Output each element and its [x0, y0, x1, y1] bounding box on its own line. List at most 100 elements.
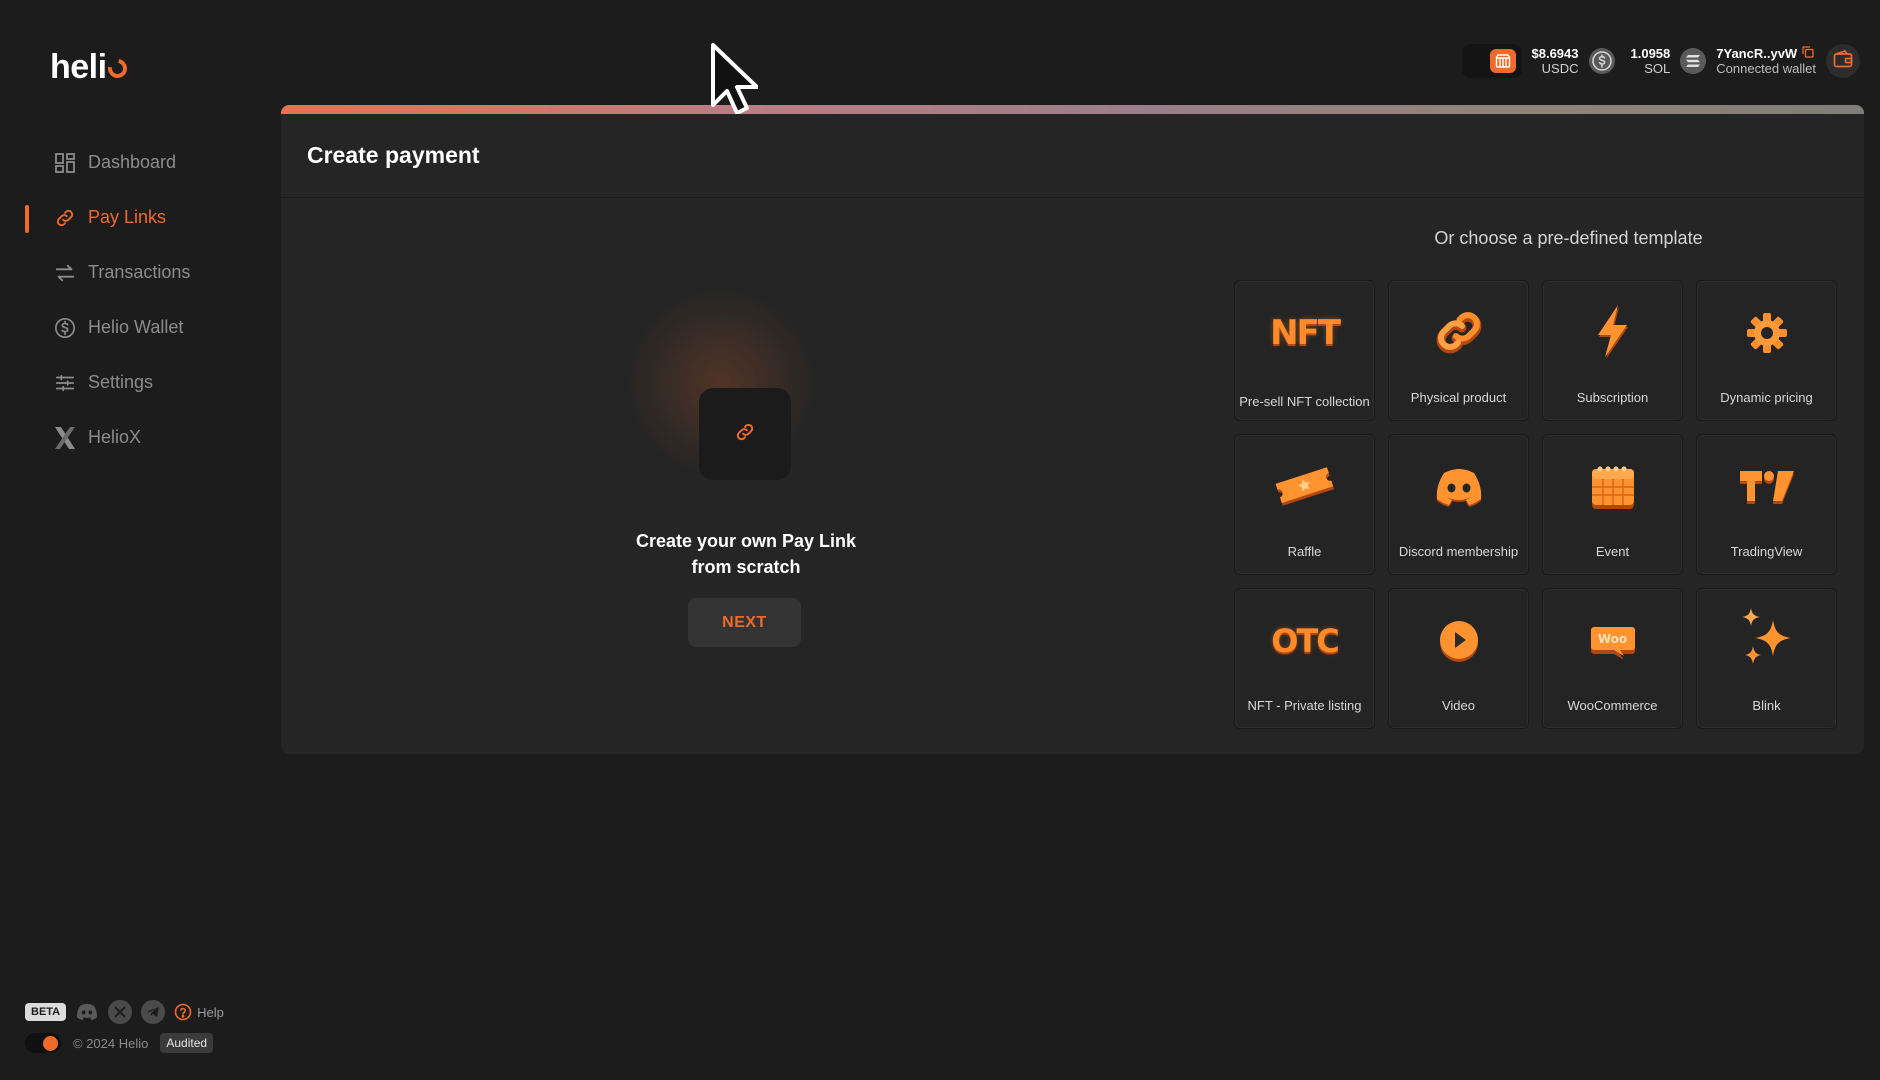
copy-icon[interactable]	[1802, 46, 1814, 61]
sol-amount: 1.0958	[1630, 46, 1671, 61]
logo-text: heli	[50, 48, 107, 86]
template-label: Physical product	[1410, 390, 1507, 405]
template-label: Blink	[1752, 698, 1781, 713]
moon-icon	[43, 1035, 58, 1051]
copyright: © 2024 Helio	[73, 1035, 149, 1051]
scratch-heading-line1: Create your own Pay Link	[635, 531, 857, 551]
templates-heading: Or choose a pre-defined template	[1434, 228, 1703, 248]
calendar-icon	[1543, 457, 1682, 517]
sidebar-item-helio-wallet[interactable]: Helio Wallet	[0, 300, 270, 355]
sidebar-item-pay-links[interactable]: Pay Links	[0, 190, 270, 245]
nft-icon: NFT	[1270, 313, 1341, 353]
sidebar-item-label: Dashboard	[88, 152, 177, 172]
page-title: Create payment	[281, 114, 1864, 198]
lightning-icon	[1543, 303, 1682, 363]
store-toggle[interactable]	[1461, 44, 1522, 78]
sol-balance: 1.0958 SOL	[1631, 46, 1671, 76]
create-payment-panel: Create payment Create your own Pay Link …	[281, 105, 1864, 754]
scratch-section: Create your own Pay Link from scratch NE…	[281, 198, 1291, 754]
usdc-amount: $8.6943	[1531, 46, 1579, 61]
sidebar-item-label: Pay Links	[88, 207, 167, 227]
template-label: Dynamic pricing	[1720, 390, 1813, 405]
transfer-arrows-icon	[53, 261, 77, 285]
template-subscription[interactable]: Subscription	[1542, 280, 1683, 421]
scratch-heading: Create your own Pay Link from scratch	[621, 528, 871, 580]
telegram-icon[interactable]	[141, 1000, 166, 1024]
template-label: Video	[1441, 698, 1475, 713]
wallet-status: Connected wallet	[1716, 61, 1816, 76]
wallet-topbar: $8.6943 USDC 1.0958 SOL 7YancR..yvW Conn…	[1461, 42, 1860, 80]
help-label: Help	[197, 1004, 224, 1020]
discord-icon	[1389, 457, 1528, 517]
sidebar-item-transactions[interactable]: Transactions	[0, 245, 270, 300]
template-label: WooCommerce	[1567, 698, 1658, 713]
template-label: Subscription	[1576, 390, 1649, 405]
x-twitter-icon[interactable]	[108, 1000, 133, 1024]
link-icon	[734, 421, 756, 448]
help-icon	[174, 1003, 192, 1021]
template-physical-product[interactable]: Physical product	[1388, 280, 1529, 421]
audited-badge[interactable]: Audited	[160, 1033, 214, 1053]
wallet-icon	[1833, 49, 1853, 73]
template-label: Raffle	[1287, 544, 1322, 559]
template-raffle[interactable]: Raffle	[1234, 434, 1375, 575]
template-presell-nft[interactable]: NFT Pre-sell NFT collection	[1234, 280, 1375, 421]
sol-label: SOL	[1644, 61, 1671, 76]
beta-badge: BETA	[25, 1003, 67, 1021]
template-label: Discord membership	[1398, 544, 1519, 559]
template-blink[interactable]: Blink	[1696, 588, 1837, 729]
sidebar-item-heliox[interactable]: HelioX	[0, 410, 270, 465]
dollar-coin-icon	[53, 316, 77, 340]
usdc-coin-icon	[1588, 48, 1615, 74]
template-tradingview[interactable]: TradingView	[1696, 434, 1837, 575]
otc-icon: OTC	[1271, 622, 1340, 660]
sliders-icon	[53, 371, 77, 395]
connected-wallet[interactable]: 7YancR..yvW Connected wallet	[1716, 46, 1816, 76]
template-label: NFT - Private listing	[1247, 698, 1362, 713]
next-button[interactable]: NEXT	[688, 598, 801, 647]
helio-logo[interactable]: heli	[50, 48, 131, 87]
tradingview-icon	[1697, 457, 1836, 517]
wallet-menu-button[interactable]	[1826, 44, 1860, 78]
template-label: TradingView	[1730, 544, 1803, 559]
template-woocommerce[interactable]: Woo WooCommerce	[1542, 588, 1683, 729]
x-logo-icon	[53, 426, 77, 450]
template-event[interactable]: Event	[1542, 434, 1683, 575]
theme-toggle[interactable]	[25, 1033, 61, 1053]
templates-grid: NFT Pre-sell NFT collection Physical pro…	[1234, 280, 1837, 729]
sidebar-footer: BETA Help © 2024 Helio Audited	[25, 1000, 265, 1054]
sidebar-item-label: Helio Wallet	[88, 317, 184, 337]
wallet-address: 7YancR..yvW	[1716, 46, 1798, 61]
gear-icon	[1697, 303, 1836, 363]
mouse-cursor-icon	[710, 42, 759, 119]
sidebar-item-dashboard[interactable]: Dashboard	[0, 135, 270, 190]
scratch-heading-line2: from scratch	[691, 557, 801, 577]
template-discord-membership[interactable]: Discord membership	[1388, 434, 1529, 575]
solana-coin-icon	[1680, 48, 1707, 74]
template-label: Event	[1595, 544, 1630, 559]
sidebar-item-label: Settings	[88, 372, 154, 392]
link-icon	[53, 206, 77, 230]
template-dynamic-pricing[interactable]: Dynamic pricing	[1696, 280, 1837, 421]
sidebar-item-label: Transactions	[88, 262, 191, 282]
woocommerce-icon: Woo	[1543, 611, 1682, 671]
paylink-tile	[699, 388, 791, 480]
sidebar-item-settings[interactable]: Settings	[0, 355, 270, 410]
sidebar-item-label: HelioX	[88, 427, 142, 447]
usdc-label: USDC	[1541, 61, 1579, 76]
sparkle-icon	[1697, 605, 1836, 673]
panel-accent-bar	[281, 105, 1864, 114]
usdc-balance: $8.6943 USDC	[1532, 46, 1579, 76]
sidebar: Dashboard Pay Links Transactions Helio W…	[0, 135, 270, 465]
play-icon	[1389, 611, 1528, 671]
ticket-icon	[1235, 457, 1374, 517]
logo-o-mark	[103, 55, 131, 82]
template-video[interactable]: Video	[1388, 588, 1529, 729]
chain-link-icon	[1389, 303, 1528, 363]
dashboard-icon	[53, 151, 77, 175]
help-link[interactable]: Help	[174, 1003, 224, 1021]
discord-icon[interactable]	[75, 1000, 99, 1024]
template-label: Pre-sell NFT collection	[1239, 394, 1370, 409]
store-icon	[1489, 49, 1516, 73]
template-nft-private-listing[interactable]: OTC NFT - Private listing	[1234, 588, 1375, 729]
